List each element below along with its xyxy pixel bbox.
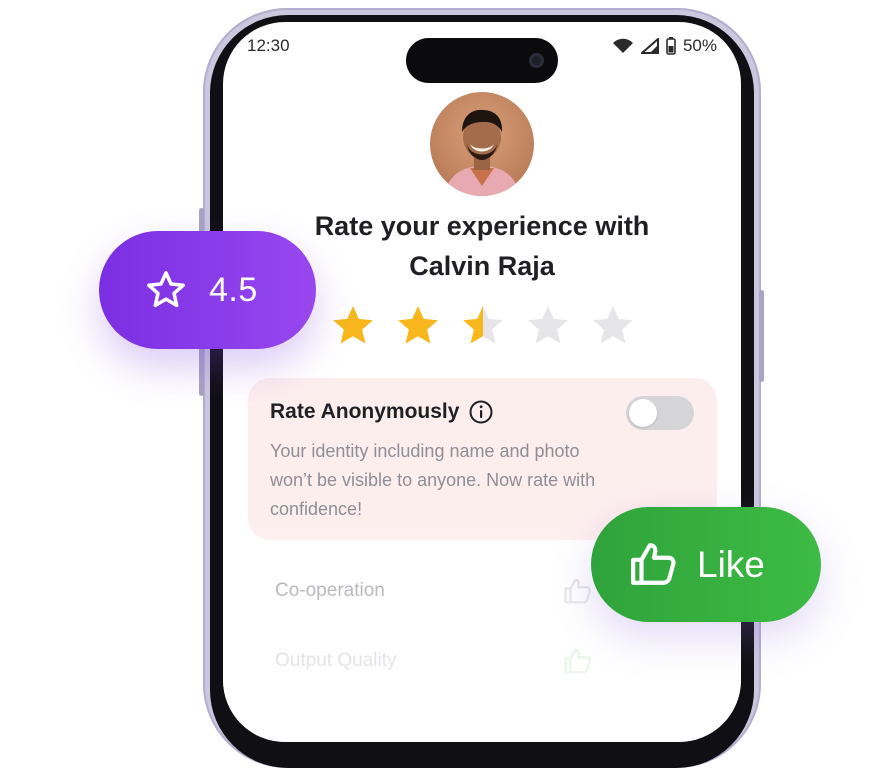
anonymous-title-row: Rate Anonymously xyxy=(270,400,493,424)
star-icon[interactable] xyxy=(330,303,376,347)
phone-screen: 12:30 50% Rate your experience with Calv… xyxy=(223,22,741,742)
star-icon xyxy=(147,271,185,308)
like-label: Like xyxy=(697,544,765,585)
anonymous-toggle[interactable] xyxy=(626,396,694,430)
thumbs-up-icon xyxy=(631,543,676,585)
rating-badge-value: 4.5 xyxy=(209,271,258,309)
status-time: 12:30 xyxy=(247,36,290,55)
camera-icon xyxy=(529,53,544,68)
category-label-cooperation: Co-operation xyxy=(275,580,385,601)
star-rating[interactable] xyxy=(330,303,636,347)
rating-badge: 4.5 xyxy=(99,231,316,349)
battery-icon xyxy=(666,37,676,55)
thumbs-up-icon[interactable] xyxy=(563,576,593,606)
title-line-1: Rate your experience with xyxy=(314,211,650,241)
thumbs-up-icon[interactable] xyxy=(563,646,593,676)
battery-percent: 50% xyxy=(682,36,717,55)
star-icon[interactable] xyxy=(590,303,636,347)
phone-side-button xyxy=(759,290,764,382)
avatar xyxy=(430,92,534,196)
status-right: 50% xyxy=(612,36,717,56)
category-label-output-quality: Output Quality xyxy=(275,650,397,671)
toggle-knob xyxy=(629,399,657,427)
like-badge[interactable]: Like xyxy=(591,507,821,622)
anonymous-title: Rate Anonymously xyxy=(270,400,460,423)
star-icon[interactable] xyxy=(460,303,506,347)
info-icon[interactable] xyxy=(469,400,493,424)
wifi-icon xyxy=(612,38,633,53)
dynamic-island xyxy=(406,38,558,83)
anonymous-description: Your identity including name and photo w… xyxy=(270,441,596,519)
star-icon[interactable] xyxy=(525,303,571,347)
star-icon[interactable] xyxy=(395,303,441,347)
signal-icon xyxy=(640,38,659,54)
